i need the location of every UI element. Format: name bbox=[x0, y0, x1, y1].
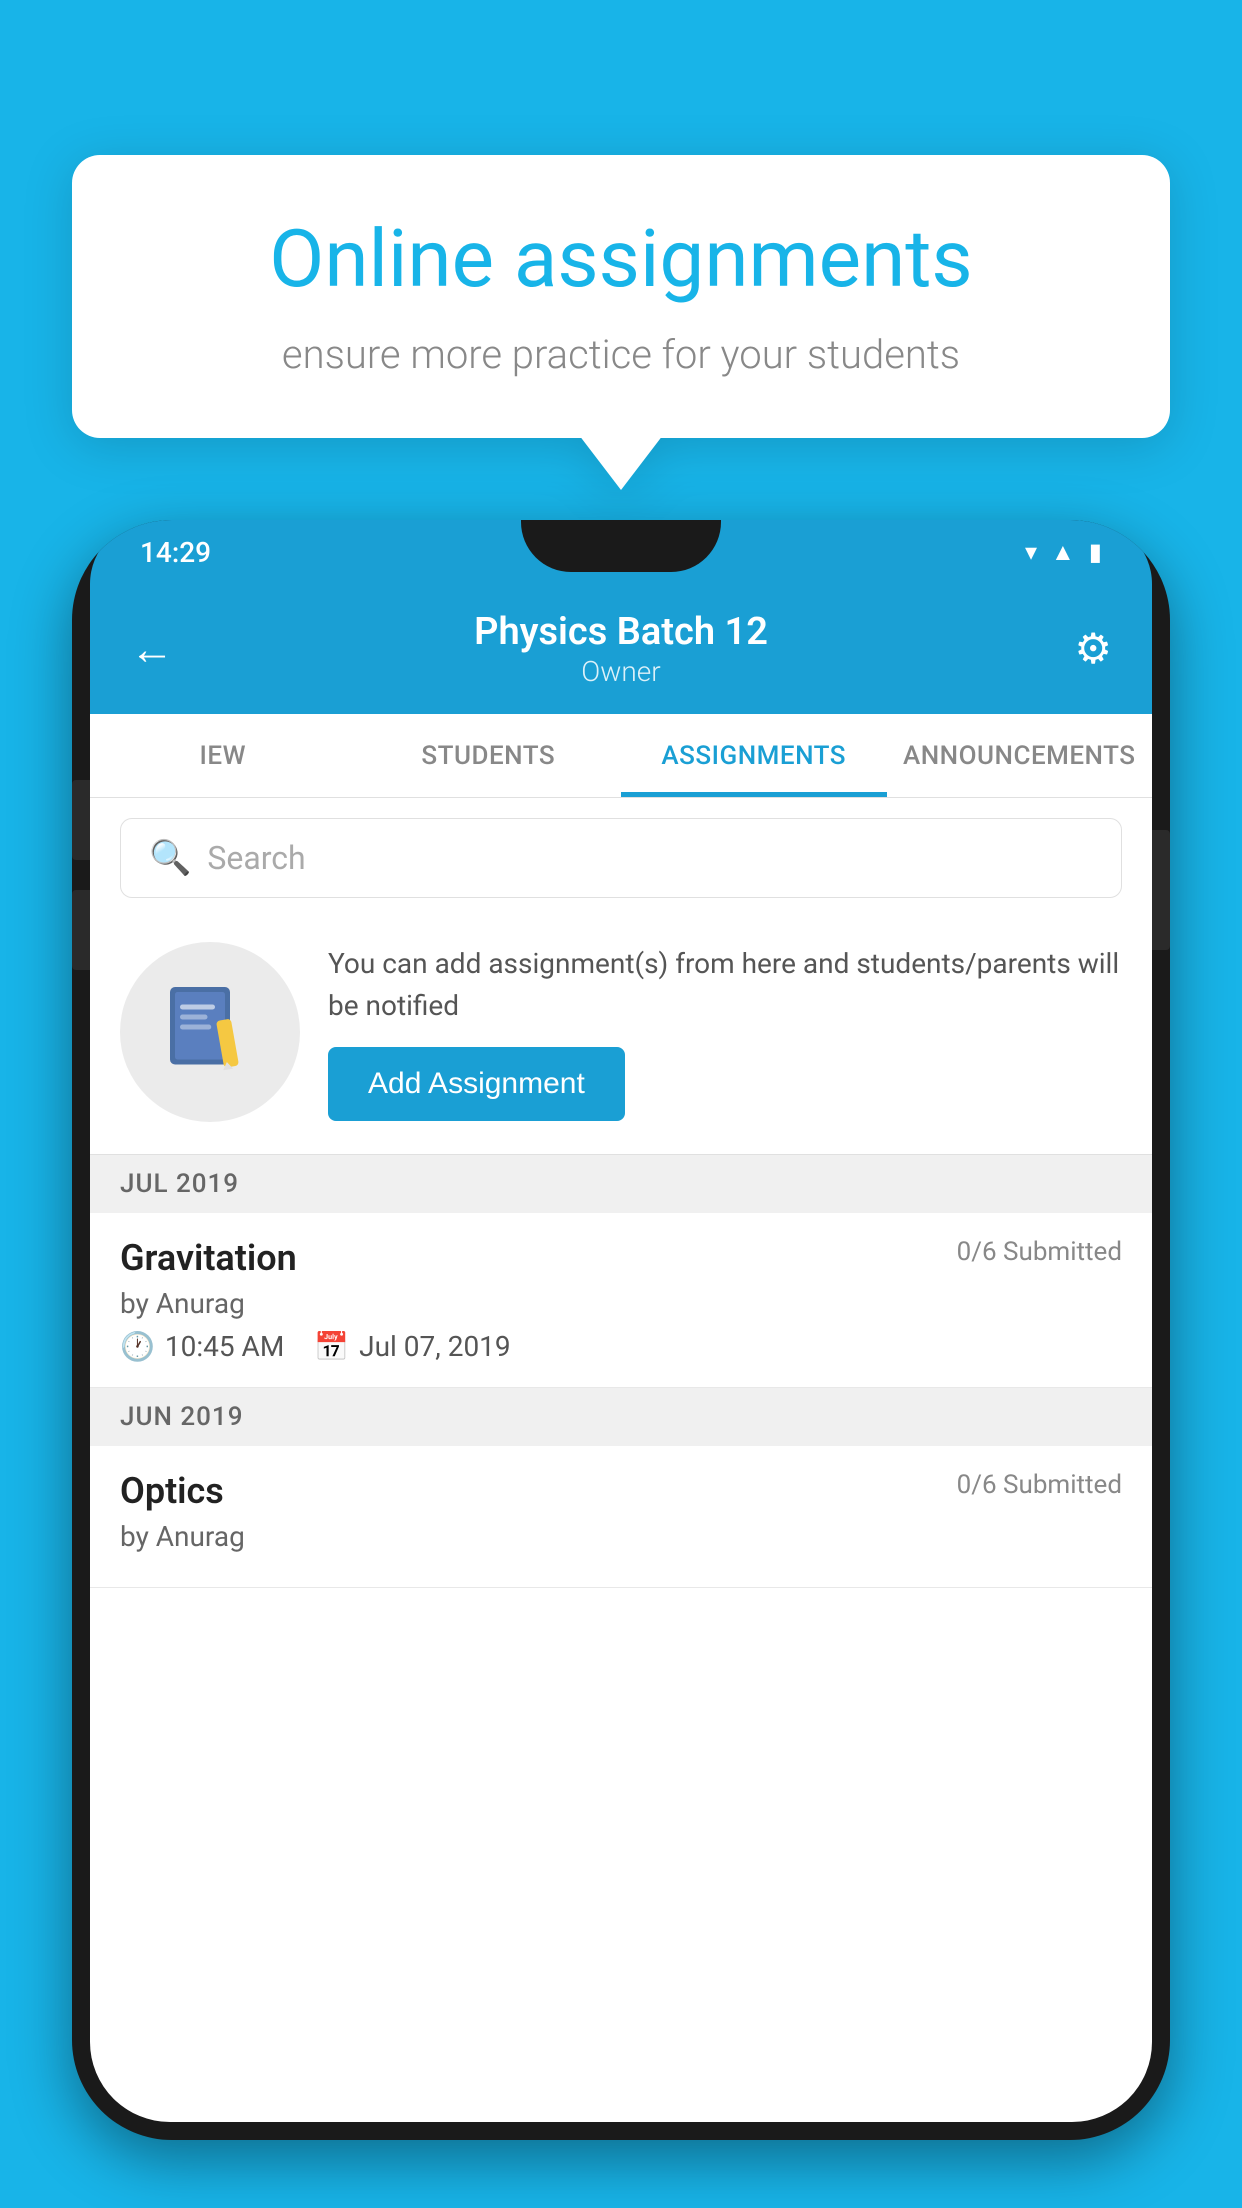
assignment-notebook-icon bbox=[160, 982, 260, 1082]
assignment-submitted-count: 0/6 Submitted bbox=[957, 1237, 1122, 1267]
month-header-jul: JUL 2019 bbox=[90, 1155, 1152, 1213]
add-assignment-button[interactable]: Add Assignment bbox=[328, 1047, 625, 1121]
wifi-icon: ▾ bbox=[1025, 538, 1037, 566]
tab-iew[interactable]: IEW bbox=[90, 714, 356, 797]
assignment-name: Gravitation bbox=[120, 1237, 297, 1279]
tab-assignments[interactable]: ASSIGNMENTS bbox=[621, 714, 887, 797]
search-placeholder: Search bbox=[207, 839, 305, 877]
assignment-item-header-optics: Optics 0/6 Submitted bbox=[120, 1470, 1122, 1512]
app-bar-title: Physics Batch 12 bbox=[190, 610, 1052, 656]
assignment-item-gravitation[interactable]: Gravitation 0/6 Submitted by Anurag 🕐 10… bbox=[90, 1213, 1152, 1388]
assignment-date: 📅 Jul 07, 2019 bbox=[314, 1330, 510, 1363]
status-time: 14:29 bbox=[140, 536, 211, 569]
tab-students[interactable]: STUDENTS bbox=[356, 714, 622, 797]
assignment-icon-circle bbox=[120, 942, 300, 1122]
app-bar-title-container: Physics Batch 12 Owner bbox=[190, 610, 1052, 689]
calendar-icon: 📅 bbox=[314, 1330, 349, 1363]
assignment-details: 🕐 10:45 AM 📅 Jul 07, 2019 bbox=[120, 1330, 1122, 1363]
assignment-name-optics: Optics bbox=[120, 1470, 224, 1512]
power-button bbox=[1152, 830, 1170, 950]
tabs-bar: IEW STUDENTS ASSIGNMENTS ANNOUNCEMENTS bbox=[90, 714, 1152, 798]
assignment-promo-description: You can add assignment(s) from here and … bbox=[328, 943, 1122, 1027]
tab-announcements[interactable]: ANNOUNCEMENTS bbox=[887, 714, 1153, 797]
assignment-time: 🕐 10:45 AM bbox=[120, 1330, 284, 1363]
date-value: Jul 07, 2019 bbox=[359, 1330, 511, 1363]
promo-subtitle: ensure more practice for your students bbox=[142, 331, 1100, 378]
clock-icon: 🕐 bbox=[120, 1330, 155, 1363]
assignment-author-optics: by Anurag bbox=[120, 1520, 1122, 1553]
app-bar: ← Physics Batch 12 Owner ⚙ bbox=[90, 584, 1152, 714]
assignment-author: by Anurag bbox=[120, 1287, 1122, 1320]
notch bbox=[521, 520, 721, 572]
settings-button[interactable]: ⚙ bbox=[1052, 624, 1112, 674]
assignment-item-header: Gravitation 0/6 Submitted bbox=[120, 1237, 1122, 1279]
assignment-promo-block: You can add assignment(s) from here and … bbox=[90, 918, 1152, 1155]
promo-card: Online assignments ensure more practice … bbox=[72, 155, 1170, 438]
assignment-item-optics[interactable]: Optics 0/6 Submitted by Anurag bbox=[90, 1446, 1152, 1588]
assignment-submitted-count-optics: 0/6 Submitted bbox=[957, 1470, 1122, 1500]
phone-frame: 14:29 ▾ ▲ ▮ ← Physics Batch 12 Owner ⚙ I… bbox=[72, 520, 1170, 2140]
month-header-jun: JUN 2019 bbox=[90, 1388, 1152, 1446]
back-button[interactable]: ← bbox=[130, 623, 190, 675]
content-area: 🔍 Search You can add assignment(s bbox=[90, 798, 1152, 2122]
search-container: 🔍 Search bbox=[90, 798, 1152, 918]
search-bar[interactable]: 🔍 Search bbox=[120, 818, 1122, 898]
search-icon: 🔍 bbox=[149, 838, 191, 878]
status-icons: ▾ ▲ ▮ bbox=[1025, 538, 1102, 567]
volume-down-button bbox=[72, 890, 90, 970]
assignment-promo-text: You can add assignment(s) from here and … bbox=[328, 943, 1122, 1121]
app-bar-subtitle: Owner bbox=[190, 655, 1052, 688]
promo-title: Online assignments bbox=[142, 215, 1100, 303]
volume-up-button bbox=[72, 780, 90, 860]
signal-icon: ▲ bbox=[1051, 538, 1075, 567]
battery-icon: ▮ bbox=[1089, 538, 1102, 566]
time-value: 10:45 AM bbox=[165, 1330, 284, 1363]
